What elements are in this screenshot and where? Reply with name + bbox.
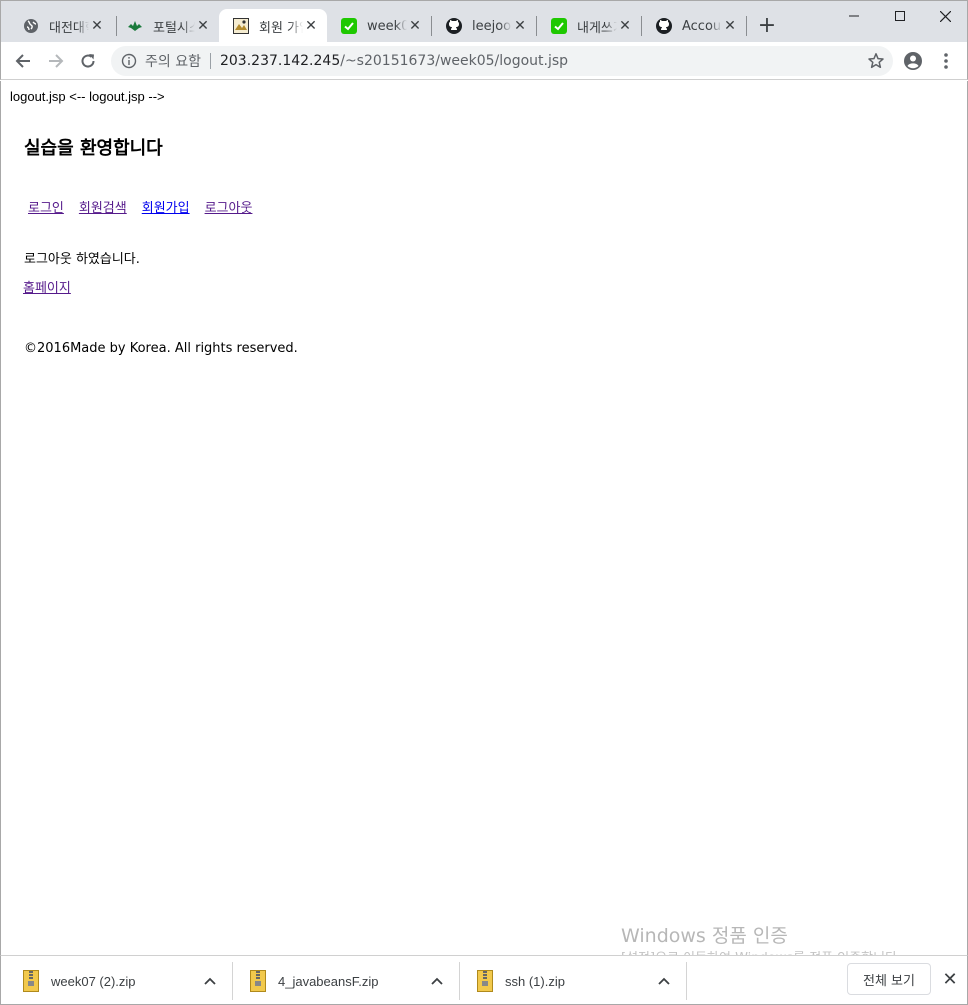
logout-link[interactable]: 로그아웃 [205, 197, 253, 216]
reload-icon [81, 54, 95, 68]
new-tab-button[interactable]: + [755, 15, 779, 39]
download-filename: week07 (2).zip [51, 973, 136, 989]
arrow-right-icon [49, 54, 64, 68]
tab-close-icon[interactable]: ✕ [195, 18, 211, 34]
tab-1[interactable]: 포털시스템 ✕ [113, 9, 219, 43]
tab-close-icon[interactable]: ✕ [512, 18, 528, 34]
close-shelf-icon[interactable]: ✕ [941, 969, 959, 990]
tab-5[interactable]: 내게쓰기 ✕ [537, 9, 641, 43]
url-path: /~s20151673/week05/logout.jsp [340, 53, 569, 69]
address-bar[interactable]: 주의 요함 203.237.142.245 /~s20151673/week05… [111, 46, 893, 76]
download-separator [232, 962, 233, 1000]
zip-file-icon [23, 970, 39, 992]
info-icon[interactable] [121, 53, 137, 69]
tab-title: 회원 가입 [259, 20, 303, 36]
tab-6[interactable]: Account ✕ [642, 9, 746, 43]
address-separator [209, 53, 211, 69]
globe-icon [23, 18, 39, 34]
maximize-button[interactable] [877, 1, 923, 31]
portal-icon [127, 18, 143, 34]
copyright-text: ©2016Made by Korea. All rights reserved. [24, 341, 298, 356]
minimize-icon [849, 15, 859, 17]
url-host: 203.237.142.245 [219, 53, 341, 69]
tab-strip: 대전대학교 ✕ 포털시스템 ✕ 회원 가입 ✕ week07 ✕ leejooy… [0, 0, 968, 43]
security-label: 주의 요함 [145, 54, 201, 70]
download-separator [686, 962, 687, 1000]
tab-title: 포털시스템 [153, 20, 195, 36]
chevron-up-icon[interactable] [430, 975, 444, 987]
browser-toolbar: 주의 요함 203.237.142.245 /~s20151673/week05… [0, 42, 968, 80]
zip-file-icon [250, 970, 266, 992]
tab-title: week07 [367, 18, 407, 34]
member-search-link[interactable]: 회원검색 [79, 197, 127, 216]
page-content: logout.jsp <-- logout.jsp --> 실습을 환영합니다 … [0, 81, 968, 966]
tab-close-icon[interactable]: ✕ [617, 18, 633, 34]
chevron-up-icon[interactable] [203, 975, 217, 987]
tab-close-icon[interactable]: ✕ [407, 18, 423, 34]
tab-close-icon[interactable]: ✕ [722, 18, 738, 34]
login-link[interactable]: 로그인 [28, 197, 64, 216]
tab-close-icon[interactable]: ✕ [89, 18, 105, 34]
zip-file-icon [477, 970, 493, 992]
activation-watermark-title: Windows 정품 인증 [621, 925, 788, 947]
github-icon [656, 18, 672, 34]
homepage-link[interactable]: 홈페이지 [23, 277, 71, 296]
github-icon [446, 18, 462, 34]
arrow-left-icon [15, 54, 30, 68]
tab-title: leejooyoung [472, 18, 512, 34]
menu-button[interactable] [932, 47, 960, 75]
chevron-up-icon[interactable] [657, 975, 671, 987]
tab-0[interactable]: 대전대학교 ✕ [9, 9, 113, 43]
minimize-button[interactable] [831, 1, 877, 31]
download-item[interactable]: 4_javabeansF.zip [250, 962, 450, 1000]
site-icon [233, 18, 249, 34]
nav-menu: 로그인 회원검색 회원가입 로그아웃 [28, 197, 252, 216]
close-window-button[interactable] [922, 1, 968, 31]
tab-3[interactable]: week07 ✕ [327, 9, 431, 43]
tab-close-icon[interactable]: ✕ [303, 18, 319, 34]
kakao-icon [341, 18, 357, 34]
back-button[interactable] [9, 47, 37, 75]
download-separator [459, 962, 460, 1000]
download-item[interactable]: ssh (1).zip [477, 962, 677, 1000]
download-filename: ssh (1).zip [505, 973, 565, 989]
download-shelf: week07 (2).zip 4_javabeansF.zip ssh (1).… [0, 955, 968, 1005]
download-item[interactable]: week07 (2).zip [23, 962, 223, 1000]
tab-title: 대전대학교 [49, 20, 89, 36]
tab-title: Account [682, 18, 722, 34]
tab-2[interactable]: 회원 가입 ✕ [219, 9, 327, 43]
show-all-downloads-button[interactable]: 전체 보기 [847, 963, 931, 995]
download-filename: 4_javabeansF.zip [278, 973, 379, 989]
signup-link[interactable]: 회원가입 [142, 197, 190, 216]
logout-message: 로그아웃 하였습니다. [24, 252, 140, 267]
page-comment: logout.jsp <-- logout.jsp --> [10, 89, 165, 104]
close-icon [939, 10, 951, 22]
tab-4[interactable]: leejooyoung ✕ [432, 9, 536, 43]
profile-button[interactable] [899, 47, 927, 75]
reload-button[interactable] [74, 47, 102, 75]
tab-title: 내게쓰기 [577, 20, 617, 36]
tab-separator [746, 16, 747, 36]
account-icon [904, 52, 922, 70]
bookmark-star-icon[interactable] [867, 52, 885, 70]
forward-button[interactable] [42, 47, 70, 75]
page-title: 실습을 환영합니다 [24, 138, 163, 159]
more-vert-icon [944, 53, 948, 69]
kakao-icon [551, 18, 567, 34]
maximize-icon [895, 11, 905, 21]
